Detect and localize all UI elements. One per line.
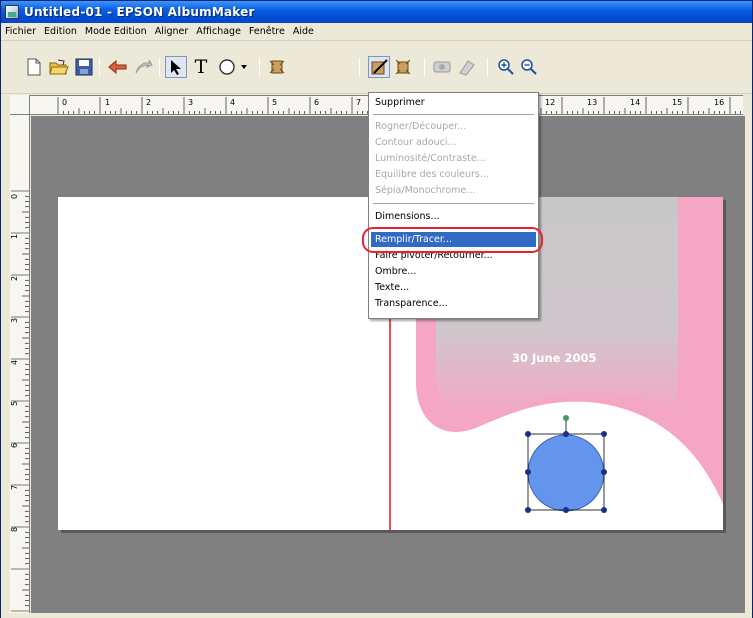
redo-icon[interactable] (132, 56, 154, 78)
text-tool-label: T (194, 56, 208, 78)
ruler-h-label: 5 (272, 98, 278, 107)
toolbar-separator (159, 58, 160, 76)
ruler-h-label: 15 (672, 98, 683, 107)
menu-separator (373, 114, 534, 116)
ruler-h-label: 7 (356, 98, 362, 107)
menu-bar: Fichier Edition Mode Edition Aligner Aff… (1, 23, 752, 41)
menu-fichier[interactable]: Fichier (1, 26, 40, 37)
resize-handle[interactable] (601, 507, 607, 513)
menu-item-transparence[interactable]: Transparence... (371, 296, 536, 311)
ruler-v-label: 7 (10, 484, 20, 491)
highlight-callout-ring (362, 227, 543, 253)
ruler-h-label: 14 (630, 98, 641, 107)
toolbar-separator (487, 58, 488, 76)
date-text[interactable]: 30 June 2005 (512, 351, 596, 365)
ruler-v-label: 1 (10, 233, 20, 240)
open-folder-icon[interactable] (48, 56, 70, 78)
ruler-h-label: 13 (587, 98, 598, 107)
toolbar-separator (99, 58, 100, 76)
menu-item-equilibre-couleurs: Equilibre des couleurs... (375, 169, 489, 180)
toolbar-separator (359, 58, 360, 76)
menu-item-luminosite-contraste: Luminosité/Contraste... (375, 153, 486, 164)
ruler-h-label: 1 (105, 98, 111, 107)
ruler-h-label: 4 (230, 98, 236, 107)
toolbar-separator (259, 58, 260, 76)
toolbar: T (1, 42, 752, 94)
menu-item-dimensions[interactable]: Dimensions... (371, 209, 536, 224)
toolbar-separator (424, 58, 425, 76)
ruler-h-label: 3 (188, 98, 194, 107)
menu-item-ombre[interactable]: Ombre... (371, 264, 536, 279)
window-title: Untitled-01 - EPSON AlbumMaker (24, 5, 255, 19)
menu-item-texte[interactable]: Texte... (371, 280, 536, 295)
select-arrow-icon[interactable] (165, 56, 187, 78)
menu-affichage[interactable]: Affichage (192, 26, 245, 37)
resize-handle[interactable] (563, 507, 569, 513)
ruler-h-label: 16 (714, 98, 725, 107)
menu-aligner[interactable]: Aligner (151, 26, 193, 37)
image-effect-icon[interactable] (392, 56, 414, 78)
ruler-v-label: 6 (10, 442, 20, 449)
image-edit-dropdown-menu: Supprimer Rogner/Découper... Contour ado… (368, 92, 539, 319)
zoom-in-icon[interactable] (495, 56, 517, 78)
menu-item-supprimer[interactable]: Supprimer (371, 95, 536, 110)
ruler-h-label: 2 (146, 98, 152, 107)
menu-mode-edition[interactable]: Mode Edition (81, 26, 151, 37)
ruler-v-label: 8 (10, 526, 20, 533)
resize-handle[interactable] (563, 431, 569, 437)
ruler-h-label: 0 (62, 98, 68, 107)
resize-handle[interactable] (525, 469, 531, 475)
menu-fenetre[interactable]: Fenêtre (245, 26, 289, 37)
clipart-icon[interactable] (431, 56, 453, 78)
background-icon[interactable] (456, 56, 478, 78)
new-document-icon[interactable] (23, 56, 45, 78)
undo-icon[interactable] (107, 56, 129, 78)
image-edit-icon[interactable] (368, 56, 390, 78)
resize-handle[interactable] (525, 431, 531, 437)
ruler-v-label: 5 (10, 400, 20, 407)
frame-right-edge (745, 95, 752, 613)
resize-handle[interactable] (525, 507, 531, 513)
ruler-v-label: 4 (10, 359, 20, 366)
ruler-v-label: 2 (10, 275, 20, 282)
app-window: Untitled-01 - EPSON AlbumMaker Fichier E… (0, 0, 753, 618)
zoom-out-icon[interactable] (518, 56, 540, 78)
vertical-ruler: 0 1 2 3 4 5 6 7 8 (10, 115, 30, 613)
menu-item-contour-adouci: Contour adouci... (375, 137, 457, 148)
frame-left-edge (1, 95, 10, 613)
menu-aide[interactable]: Aide (289, 26, 318, 37)
selected-circle-shape[interactable] (527, 434, 605, 512)
photo-frame-icon[interactable] (266, 56, 288, 78)
app-icon (5, 5, 19, 19)
resize-handle[interactable] (601, 469, 607, 475)
save-icon[interactable] (73, 56, 95, 78)
ruler-h-label: 6 (314, 98, 320, 107)
title-bar[interactable]: Untitled-01 - EPSON AlbumMaker (1, 1, 752, 23)
rotate-handle[interactable] (563, 415, 569, 421)
ruler-h-label: 12 (545, 98, 556, 107)
resize-handle[interactable] (601, 431, 607, 437)
menu-edition[interactable]: Edition (40, 26, 81, 37)
shape-tool-dropdown[interactable] (215, 56, 251, 78)
text-tool-icon[interactable]: T (190, 56, 212, 78)
menu-item-sepia-monochrome: Sépia/Monochrome... (375, 185, 476, 196)
ruler-corner (10, 95, 30, 115)
menu-separator (373, 203, 534, 205)
frame-bottom-edge (1, 613, 752, 618)
menu-item-rogner-decouper: Rogner/Découper... (375, 121, 467, 132)
ruler-v-label: 3 (10, 317, 20, 324)
ruler-v-label: 0 (10, 193, 20, 200)
